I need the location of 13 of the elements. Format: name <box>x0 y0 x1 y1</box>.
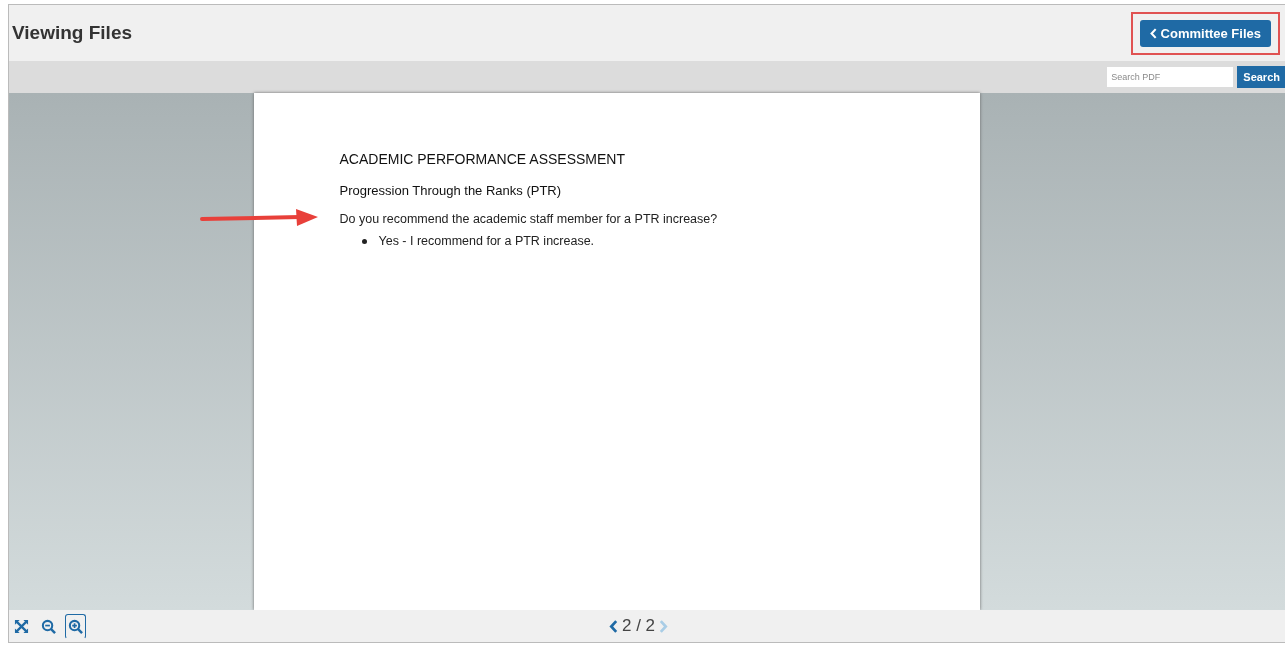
page-title: Viewing Files <box>12 22 133 44</box>
chevron-left-icon <box>1149 27 1157 39</box>
previous-page-button[interactable] <box>609 618 618 634</box>
question-text: Do you recommend the academic staff member for a PTR increase? <box>339 212 719 226</box>
search-field[interactable]: Search PDF <box>1107 67 1234 87</box>
back-button[interactable]: Committee Files <box>1139 19 1271 47</box>
page-counter: 2 / 2 <box>622 616 656 636</box>
bullet-icon <box>361 238 367 244</box>
document-subheading: Progression Through the Ranks (PTR) <box>339 183 563 198</box>
document-heading: ACADEMIC PERFORMANCE ASSESSMENT <box>339 151 626 167</box>
answer-text: Yes - I recommend for a PTR increase. <box>378 234 595 248</box>
search-button[interactable]: Search <box>1237 66 1285 88</box>
zoom-in-button[interactable] <box>65 613 86 639</box>
